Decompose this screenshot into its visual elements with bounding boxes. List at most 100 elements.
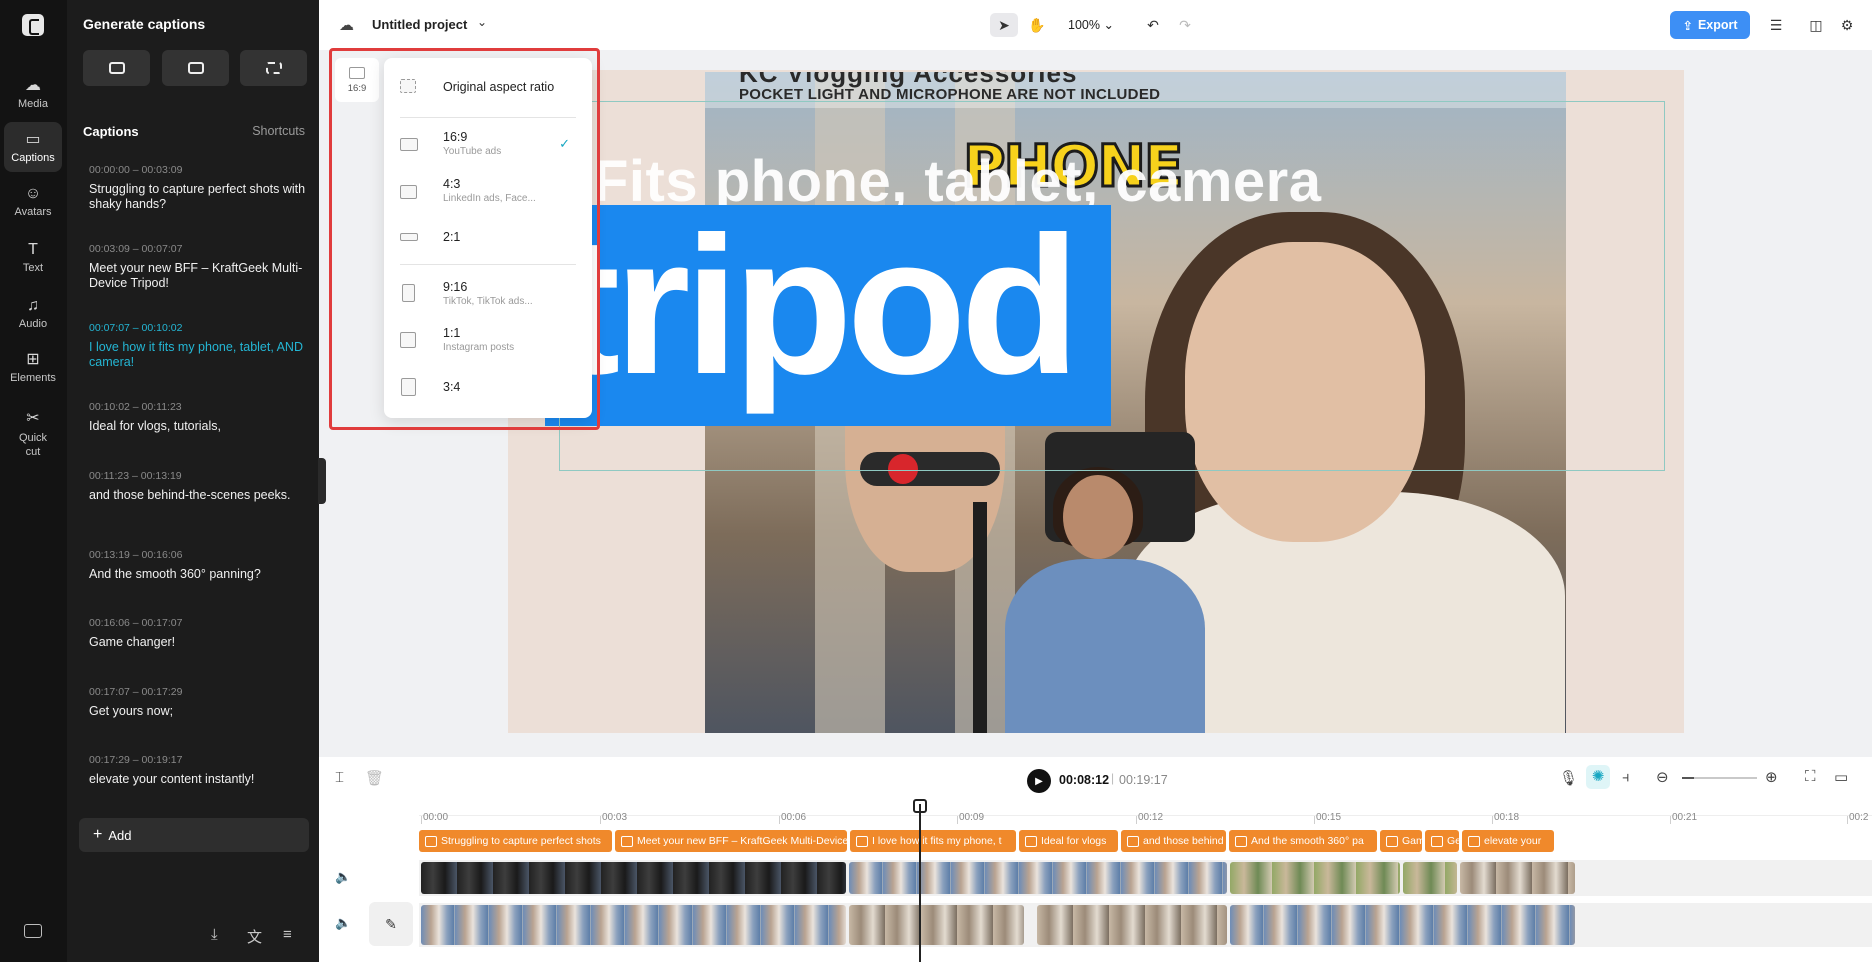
edit-track-button[interactable]: ✎ bbox=[369, 902, 413, 946]
caption-style-button[interactable] bbox=[83, 50, 150, 86]
delete-icon[interactable]: 🗑 bbox=[365, 769, 384, 787]
project-name[interactable]: Untitled project bbox=[372, 17, 467, 32]
caption-item[interactable]: 00:13:19 – 00:16:06 And the smooth 360° … bbox=[89, 549, 311, 582]
split-icon[interactable]: ⌶ bbox=[335, 769, 344, 786]
panel-collapse-handle[interactable] bbox=[318, 458, 326, 504]
caption-text[interactable]: and those behind-the-scenes peeks. bbox=[89, 488, 311, 503]
zoom-out-icon[interactable]: ⊖ bbox=[1656, 768, 1669, 786]
caption-clip[interactable]: I love how it fits my phone, t bbox=[850, 830, 1016, 852]
zoom-dropdown[interactable]: 100% ⌄ bbox=[1068, 17, 1114, 32]
magnet-snap-icon[interactable]: ✺ bbox=[1586, 765, 1610, 789]
rail-item-label: Text bbox=[22, 261, 44, 274]
video-clip[interactable] bbox=[1460, 862, 1575, 894]
caption-text[interactable]: Get yours now; bbox=[89, 704, 311, 719]
caption-time: 00:13:19 – 00:16:06 bbox=[89, 549, 183, 561]
video-clip[interactable] bbox=[1403, 862, 1457, 894]
caption-item[interactable]: 00:03:09 – 00:07:07 Meet your new BFF – … bbox=[89, 243, 311, 291]
rail-item-text[interactable]: T Text bbox=[4, 232, 62, 282]
caption-item[interactable]: 00:10:02 – 00:11:23 Ideal for vlogs, tut… bbox=[89, 401, 311, 434]
caption-clip[interactable]: Struggling to capture perfect shots bbox=[419, 830, 612, 852]
rail-item-avatars[interactable]: ☺ Avatars bbox=[4, 176, 62, 226]
split-view-icon[interactable]: ◫ bbox=[1802, 13, 1830, 37]
caption-item-active[interactable]: 00:07:07 – 00:10:02 I love how it fits m… bbox=[89, 322, 311, 370]
caption-text[interactable]: I love how it fits my phone, tablet, AND… bbox=[89, 340, 311, 370]
chevron-down-icon[interactable]: ⌄ bbox=[477, 15, 487, 29]
settings-gear-icon[interactable]: ⚙ bbox=[1833, 13, 1861, 37]
cloud-save-icon[interactable]: ☁ bbox=[339, 16, 354, 34]
caption-clip[interactable]: elevate your bbox=[1462, 830, 1554, 852]
microphone-icon[interactable]: 🎙 bbox=[1559, 769, 1578, 787]
caption-clip[interactable]: and those behind bbox=[1121, 830, 1226, 852]
caption-text[interactable]: Meet your new BFF – KraftGeek Multi-Devi… bbox=[89, 261, 311, 291]
rail-item-media[interactable]: ☁ Media bbox=[4, 68, 62, 118]
video-clip[interactable] bbox=[1230, 862, 1400, 894]
video-clip[interactable] bbox=[849, 905, 1024, 945]
caption-template-button[interactable] bbox=[162, 50, 229, 86]
caption-clip[interactable]: Ideal for vlogs bbox=[1019, 830, 1118, 852]
video-clip[interactable] bbox=[849, 862, 1227, 894]
avatar-clip[interactable] bbox=[421, 905, 846, 945]
playhead[interactable] bbox=[919, 804, 921, 962]
ruler-tick-label: 00:12 bbox=[1135, 812, 1164, 824]
rail-item-captions[interactable]: ▭ Captions bbox=[4, 122, 62, 172]
rail-item-elements[interactable]: ⊞ Elements bbox=[4, 342, 62, 392]
play-button[interactable]: ▶ bbox=[1027, 769, 1051, 793]
caption-clip[interactable]: Ge bbox=[1425, 830, 1459, 852]
caption-time: 00:17:07 – 00:17:29 bbox=[89, 686, 183, 698]
quick-cut-icon: ✂ bbox=[26, 409, 40, 427]
shortcuts-link[interactable]: Shortcuts bbox=[252, 124, 305, 138]
caption-text[interactable]: elevate your content instantly! bbox=[89, 772, 311, 787]
avatar-clip[interactable] bbox=[1230, 905, 1575, 945]
download-icon[interactable]: ⤓ bbox=[211, 926, 218, 943]
avatar-person[interactable] bbox=[995, 467, 1215, 733]
elements-icon: ⊞ bbox=[26, 350, 40, 368]
keyboard-icon[interactable] bbox=[24, 924, 42, 938]
upload-icon: ⇪ bbox=[1682, 18, 1693, 33]
layers-icon[interactable]: ☰ bbox=[1762, 13, 1790, 37]
feedback-icon[interactable]: ▭ bbox=[1834, 768, 1848, 786]
timeline-zoom-slider[interactable] bbox=[1682, 777, 1757, 779]
volume-icon[interactable]: 🔈 bbox=[335, 869, 351, 885]
caption-clip[interactable]: And the smooth 360° pa bbox=[1229, 830, 1377, 852]
caption-item[interactable]: 00:16:06 – 00:17:07 Game changer! bbox=[89, 617, 311, 650]
split-screen-icon[interactable]: ⫞ bbox=[1622, 769, 1630, 786]
caption-clip[interactable]: Game bbox=[1380, 830, 1422, 852]
caption-item[interactable]: 00:11:23 – 00:13:19 and those behind-the… bbox=[89, 470, 311, 503]
caption-detect-button[interactable] bbox=[240, 50, 307, 86]
avatar-head bbox=[1063, 475, 1133, 559]
fit-screen-icon[interactable]: ⛶ bbox=[1805, 768, 1816, 785]
redo-icon[interactable]: ↷ bbox=[1171, 13, 1199, 37]
caption-item[interactable]: 00:00:00 – 00:03:09 Struggling to captur… bbox=[89, 164, 311, 212]
translate-icon[interactable]: 文 bbox=[247, 926, 262, 947]
add-caption-button[interactable]: + Add bbox=[79, 818, 309, 852]
caption-text[interactable]: Ideal for vlogs, tutorials, bbox=[89, 419, 311, 434]
text-icon: T bbox=[28, 240, 38, 258]
selection-frame bbox=[559, 101, 1665, 471]
caption-time: 00:16:06 – 00:17:07 bbox=[89, 617, 183, 629]
video-clip[interactable] bbox=[421, 862, 846, 894]
caption-item[interactable]: 00:17:29 – 00:19:17 elevate your content… bbox=[89, 754, 311, 787]
rail-item-label: Quick cut bbox=[18, 431, 48, 458]
rail-item-quick-cut[interactable]: ✂ Quick cut bbox=[4, 404, 62, 464]
caption-clip[interactable]: Meet your new BFF – KraftGeek Multi-Devi… bbox=[615, 830, 847, 852]
zoom-in-icon[interactable]: ⊕ bbox=[1765, 768, 1778, 786]
app-logo-icon[interactable] bbox=[22, 14, 44, 36]
caption-text[interactable]: And the smooth 360° panning? bbox=[89, 567, 311, 582]
undo-icon[interactable]: ↶ bbox=[1139, 13, 1167, 37]
caption-text[interactable]: Game changer! bbox=[89, 635, 311, 650]
hand-tool-icon[interactable]: ✋ bbox=[1023, 13, 1051, 37]
rail-item-audio[interactable]: ♫ Audio bbox=[4, 288, 62, 338]
export-button[interactable]: ⇪ Export bbox=[1670, 11, 1750, 39]
play-icon: ▶ bbox=[1035, 775, 1043, 787]
current-time: 00:08:12 bbox=[1059, 773, 1110, 787]
volume-icon[interactable]: 🔈 bbox=[335, 915, 351, 931]
caption-settings-icon[interactable]: ≡ bbox=[283, 926, 292, 943]
caption-item[interactable]: 00:17:07 – 00:17:29 Get yours now; bbox=[89, 686, 311, 719]
rail-item-label: Media bbox=[18, 97, 48, 110]
caption-text[interactable]: Struggling to capture perfect shots with… bbox=[89, 182, 311, 212]
ruler-tick-label: 00:09 bbox=[956, 812, 985, 824]
video-clip[interactable] bbox=[1037, 905, 1227, 945]
left-rail: ☁ Media ▭ Captions ☺ Avatars T Text ♫ Au… bbox=[0, 0, 67, 962]
captions-panel: Generate captions Captions Shortcuts 00:… bbox=[67, 0, 319, 962]
select-tool-icon[interactable]: ➤ bbox=[990, 13, 1018, 37]
